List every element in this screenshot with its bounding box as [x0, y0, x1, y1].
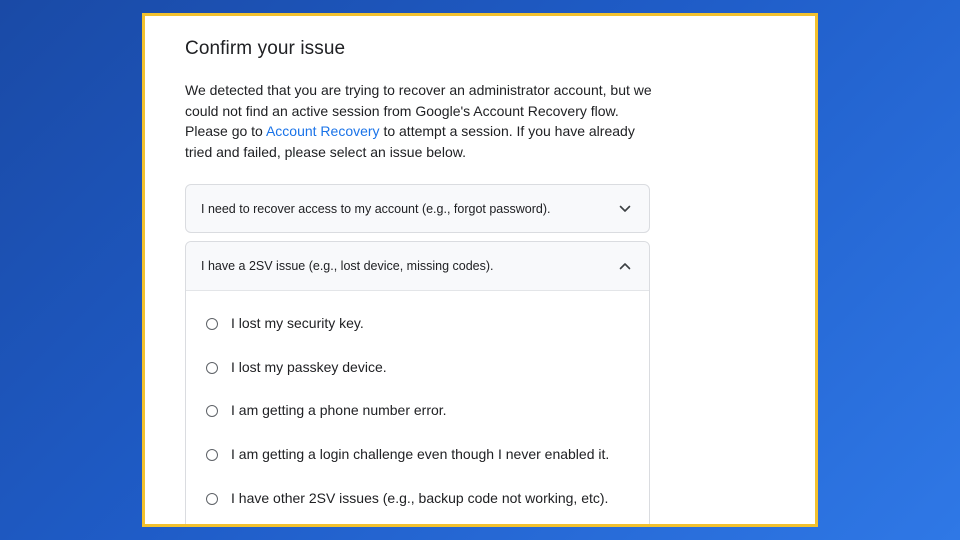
radio-option-label: I lost my passkey device.	[231, 358, 387, 375]
radio-options-list: I lost my security key. I lost my passke…	[186, 291, 649, 519]
description: We detected that you are trying to recov…	[185, 80, 655, 162]
radio-button[interactable]	[206, 361, 218, 374]
content-area: Confirm your issue We detected that you …	[185, 16, 655, 162]
radio-option-login-challenge[interactable]: I am getting a login challenge even thou…	[186, 432, 649, 476]
chevron-down-icon[interactable]	[617, 201, 633, 217]
radio-button[interactable]	[206, 317, 218, 330]
radio-option-lost-security-key[interactable]: I lost my security key.	[186, 301, 649, 345]
accordion-label: I have a 2SV issue (e.g., lost device, m…	[201, 259, 494, 273]
radio-option-phone-number-error[interactable]: I am getting a phone number error.	[186, 388, 649, 432]
accordion-header-recover-access[interactable]: I need to recover access to my account (…	[186, 185, 649, 232]
accordion-2sv-issue: I have a 2SV issue (e.g., lost device, m…	[185, 241, 650, 524]
highlight-frame: Confirm your issue We detected that you …	[142, 13, 818, 527]
accordion-recover-access[interactable]: I need to recover access to my account (…	[185, 184, 650, 233]
account-recovery-link[interactable]: Account Recovery	[266, 123, 380, 139]
radio-option-other-2sv-issues[interactable]: I have other 2SV issues (e.g., backup co…	[186, 476, 649, 520]
radio-option-label: I lost my security key.	[231, 314, 364, 331]
radio-option-lost-passkey-device[interactable]: I lost my passkey device.	[186, 345, 649, 389]
radio-option-label: I am getting a login challenge even thou…	[231, 445, 610, 462]
radio-option-label: I am getting a phone number error.	[231, 402, 447, 419]
accordion-label: I need to recover access to my account (…	[201, 201, 551, 216]
chevron-up-icon[interactable]	[617, 258, 633, 274]
radio-button[interactable]	[206, 448, 218, 461]
accordion-header-2sv-issue[interactable]: I have a 2SV issue (e.g., lost device, m…	[186, 242, 649, 291]
radio-button[interactable]	[206, 405, 218, 418]
radio-button[interactable]	[206, 492, 218, 505]
radio-option-label: I have other 2SV issues (e.g., backup co…	[231, 489, 609, 506]
page-title: Confirm your issue	[185, 38, 346, 59]
